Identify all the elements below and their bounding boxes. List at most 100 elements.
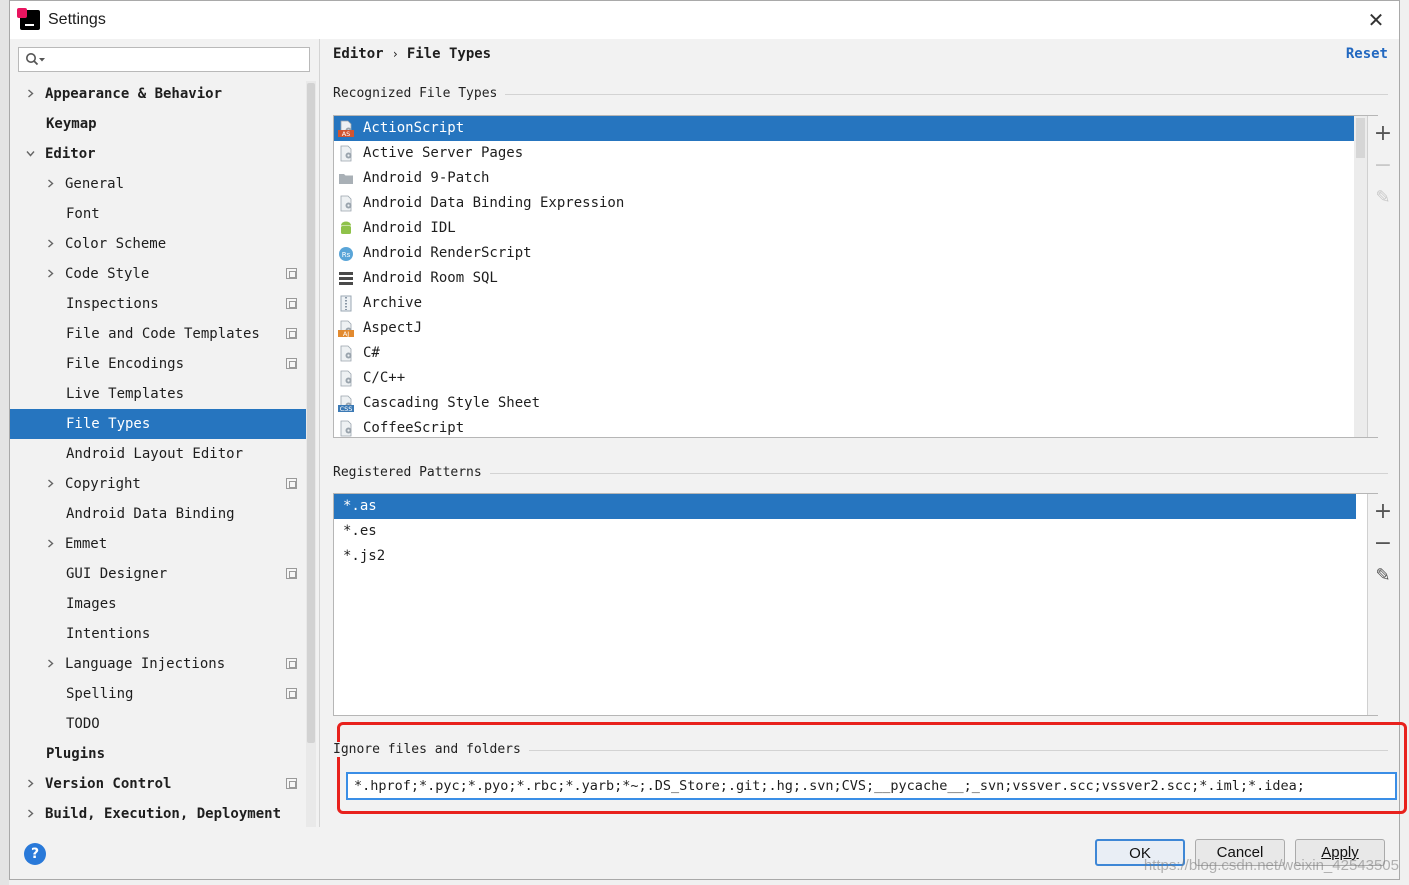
file-type-row[interactable]: C/C++ (334, 366, 1354, 391)
file-type-row[interactable]: Android IDL (334, 216, 1354, 241)
file-type-row[interactable]: Android 9-Patch (334, 166, 1354, 191)
chevron-right-icon[interactable] (26, 89, 35, 98)
sidebar-item-code-style[interactable]: Code Style (10, 259, 306, 289)
intellij-logo-icon (17, 8, 40, 30)
sidebar-item-keymap[interactable]: Keymap (10, 109, 306, 139)
file-type-row[interactable]: Archive (334, 291, 1354, 316)
sidebar-item-version-control[interactable]: Version Control (10, 769, 306, 799)
close-button[interactable]: ✕ (1365, 9, 1387, 31)
sidebar-item-file-types[interactable]: File Types (10, 409, 306, 439)
settings-sidebar: Appearance & Behavior Keymap Editor General… (10, 39, 320, 827)
sidebar-item-android-layout-editor[interactable]: Android Layout Editor (10, 439, 306, 469)
pattern-row[interactable]: *.js2 (334, 544, 1356, 569)
file-type-label: Android IDL (363, 220, 456, 236)
ignore-highlight-box (337, 722, 1407, 814)
sidebar-item-label: Android Layout Editor (66, 446, 244, 462)
svg-text:CSS: CSS (340, 405, 353, 412)
pattern-label: *.es (343, 523, 377, 539)
sidebar-item-label: General (65, 176, 125, 192)
help-button[interactable]: ? (24, 843, 46, 865)
project-scope-icon (286, 688, 297, 699)
sidebar-item-inspections[interactable]: Inspections (10, 289, 306, 319)
search-icon (26, 53, 45, 66)
edit-pattern-button[interactable]: ✎ (1373, 566, 1393, 586)
file-type-row[interactable]: AS ActionScript (334, 116, 1354, 141)
watermark-text: https://blog.csdn.net/weixin_42543505 (1143, 857, 1399, 874)
sidebar-item-build-execution-deployment[interactable]: Build, Execution, Deployment (10, 799, 306, 829)
file-types-scrollbar[interactable] (1354, 116, 1367, 437)
sidebar-item-editor[interactable]: Editor (10, 139, 306, 169)
window-title: Settings (48, 11, 106, 28)
sidebar-item-live-templates[interactable]: Live Templates (10, 379, 306, 409)
sidebar-item-label: Plugins (46, 746, 106, 762)
pattern-row[interactable]: *.es (334, 519, 1356, 544)
sidebar-item-images[interactable]: Images (10, 589, 306, 619)
file-type-row[interactable]: Active Server Pages (334, 141, 1354, 166)
sidebar-item-font[interactable]: Font (10, 199, 306, 229)
sidebar-item-file-encodings[interactable]: File Encodings (10, 349, 306, 379)
project-scope-icon (286, 778, 297, 789)
chevron-right-icon[interactable] (46, 179, 55, 188)
chevron-right-icon[interactable] (46, 539, 55, 548)
sidebar-item-label: Inspections (66, 296, 159, 312)
pattern-row[interactable]: *.as (334, 494, 1356, 519)
sidebar-item-color-scheme[interactable]: Color Scheme (10, 229, 306, 259)
chevron-right-icon[interactable] (26, 779, 35, 788)
sidebar-item-label: Appearance & Behavior (45, 86, 223, 102)
sidebar-item-todo[interactable]: TODO (10, 709, 306, 739)
add-pattern-button[interactable]: + (1373, 501, 1393, 523)
sidebar-item-spelling[interactable]: Spelling (10, 679, 306, 709)
chevron-right-icon[interactable] (46, 269, 55, 278)
ignore-patterns-input[interactable]: *.hprof;*.pyc;*.pyo;*.rbc;*.yarb;*~;.DS_… (346, 772, 1397, 800)
file-type-row[interactable]: CSS Cascading Style Sheet (334, 391, 1354, 416)
reset-link[interactable]: Reset (1346, 46, 1388, 62)
chevron-right-icon[interactable] (26, 809, 35, 818)
file-type-row[interactable]: Android Room SQL (334, 266, 1354, 291)
sidebar-item-file-and-code-templates[interactable]: File and Code Templates (10, 319, 306, 349)
sidebar-item-appearance-behavior[interactable]: Appearance & Behavior (10, 79, 306, 109)
sidebar-item-android-data-binding[interactable]: Android Data Binding (10, 499, 306, 529)
add-file-type-button[interactable]: + (1373, 123, 1393, 145)
sidebar-item-label: Images (66, 596, 117, 612)
remove-file-type-button[interactable]: − (1373, 155, 1393, 177)
sidebar-item-plugins[interactable]: Plugins (10, 739, 306, 769)
file-types-scroll-thumb[interactable] (1356, 118, 1365, 158)
breadcrumb: Editor › File Types (333, 46, 491, 62)
sidebar-item-label: TODO (66, 716, 100, 732)
sidebar-item-intentions[interactable]: Intentions (10, 619, 306, 649)
file-type-label: Cascading Style Sheet (363, 395, 541, 411)
sidebar-item-label: Copyright (65, 476, 141, 492)
file-gear-icon (340, 345, 352, 362)
file-type-row[interactable]: Rs Android RenderScript (334, 241, 1354, 266)
sidebar-scrollbar[interactable] (306, 81, 316, 827)
sidebar-item-gui-designer[interactable]: GUI Designer (10, 559, 306, 589)
sidebar-item-emmet[interactable]: Emmet (10, 529, 306, 559)
edit-file-type-button[interactable]: ✎ (1373, 188, 1393, 208)
sidebar-item-label: Language Injections (65, 656, 226, 672)
sidebar-item-label: Spelling (66, 686, 134, 702)
file-type-label: Android Data Binding Expression (363, 195, 625, 211)
file-type-row[interactable]: C# (334, 341, 1354, 366)
search-input[interactable] (18, 47, 310, 72)
sidebar-item-language-injections[interactable]: Language Injections (10, 649, 306, 679)
actionscript-icon: AS (338, 120, 354, 137)
file-type-label: Archive (363, 295, 423, 311)
sidebar-item-label: File Types (66, 416, 151, 432)
sidebar-item-general[interactable]: General (10, 169, 306, 199)
pattern-label: *.js2 (343, 548, 386, 564)
chevron-down-icon[interactable] (26, 149, 35, 158)
remove-pattern-button[interactable]: − (1373, 533, 1393, 555)
file-type-row[interactable]: CoffeeScript (334, 416, 1354, 437)
sidebar-scroll-thumb[interactable] (307, 83, 315, 743)
ide-background-strip (0, 0, 9, 885)
chevron-right-icon[interactable] (46, 659, 55, 668)
aspectj-icon: AJ (338, 320, 354, 337)
file-type-label: Android Room SQL (363, 270, 498, 286)
file-type-row[interactable]: Android Data Binding Expression (334, 191, 1354, 216)
sidebar-item-copyright[interactable]: Copyright (10, 469, 306, 499)
svg-text:AS: AS (342, 130, 351, 137)
chevron-right-icon[interactable] (46, 239, 55, 248)
project-scope-icon (286, 268, 297, 279)
file-type-row[interactable]: AJ AspectJ (334, 316, 1354, 341)
chevron-right-icon[interactable] (46, 479, 55, 488)
